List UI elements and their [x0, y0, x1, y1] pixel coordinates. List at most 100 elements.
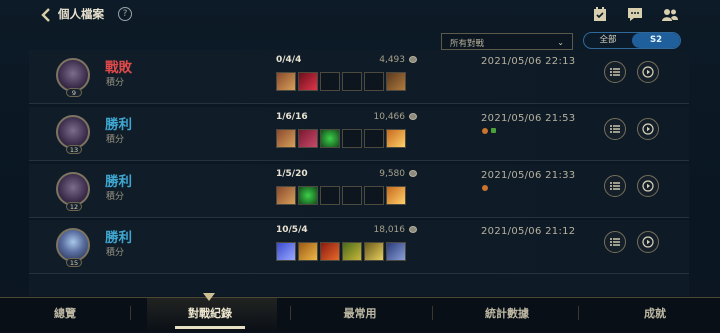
- gold-coin-icon: [409, 113, 417, 120]
- tab-match-history[interactable]: 對戰紀錄: [155, 305, 265, 321]
- item-slot: [276, 242, 296, 261]
- gold: 10,466: [373, 112, 406, 122]
- list-icon: [610, 68, 620, 76]
- kda: 10/5/4: [276, 225, 308, 235]
- calendar-check-icon[interactable]: [592, 7, 608, 22]
- champion-level: 12: [66, 202, 82, 211]
- chat-icon[interactable]: [627, 7, 643, 22]
- match-row[interactable]: 15 勝利 積分 10/5/4 18,016 2021/05/06 21:12: [29, 220, 689, 274]
- gold-coin-icon: [409, 226, 417, 233]
- champion-avatar: [56, 172, 90, 206]
- item-slot: [298, 186, 318, 205]
- orange-mark-icon: [482, 128, 488, 134]
- tab-divider: [432, 306, 433, 320]
- match-mode: 積分: [106, 135, 125, 145]
- play-icon: [642, 66, 654, 78]
- item-slots: [276, 186, 406, 205]
- item-slot: [320, 186, 340, 205]
- tab-divider: [290, 306, 291, 320]
- match-replay-button[interactable]: [637, 175, 659, 197]
- play-icon: [642, 180, 654, 192]
- active-tab-marker-icon: [203, 293, 215, 301]
- match-replay-button[interactable]: [637, 61, 659, 83]
- item-slot: [386, 186, 406, 205]
- play-icon: [642, 123, 654, 135]
- chevron-down-icon: ⌄: [557, 38, 564, 47]
- item-slot: [364, 72, 384, 91]
- kda: 0/4/4: [276, 55, 302, 65]
- match-filter-dropdown[interactable]: 所有對戰 ⌄: [441, 33, 573, 50]
- champion-level: 9: [66, 88, 82, 97]
- champion-avatar: [56, 228, 90, 262]
- item-slot: [386, 72, 406, 91]
- list-icon: [610, 182, 620, 190]
- kda: 1/6/16: [276, 112, 308, 122]
- match-row[interactable]: 12 勝利 積分 1/5/20 9,580 2021/05/06 21:33: [29, 164, 689, 218]
- match-result: 戰敗: [105, 60, 132, 76]
- item-slot: [276, 72, 296, 91]
- match-date: 2021/05/06 21:12: [481, 226, 576, 237]
- tab-statistics[interactable]: 統計數據: [452, 305, 562, 321]
- match-row-partial[interactable]: [29, 274, 689, 296]
- item-slot: [342, 129, 362, 148]
- gold: 18,016: [373, 225, 406, 235]
- bottom-tab-bar: 總覽 對戰紀錄 最常用 統計數據 成就: [0, 293, 720, 333]
- item-slot: [298, 242, 318, 261]
- dropdown-value: 所有對戰: [450, 39, 485, 49]
- tab-overview[interactable]: 總覽: [10, 305, 120, 321]
- tab-divider: [578, 306, 579, 320]
- match-row[interactable]: 9 戰敗 積分 0/4/4 4,493 2021/05/06 22:13: [29, 50, 689, 104]
- champion-avatar: [56, 115, 90, 149]
- champion-level: 13: [66, 145, 82, 154]
- tab-divider: [130, 306, 131, 320]
- play-icon: [642, 236, 654, 248]
- kda: 1/5/20: [276, 169, 308, 179]
- match-mode: 積分: [106, 78, 125, 88]
- match-replay-button[interactable]: [637, 118, 659, 140]
- champion-avatar: [56, 58, 90, 92]
- item-slot: [320, 72, 340, 91]
- segment-s2[interactable]: S2: [632, 33, 680, 48]
- green-flag-icon: [491, 128, 496, 133]
- champion-level: 15: [66, 258, 82, 267]
- item-slot: [364, 242, 384, 261]
- gold-coin-icon: [409, 56, 417, 63]
- item-slot: [386, 242, 406, 261]
- item-slot: [342, 242, 362, 261]
- item-slot: [320, 242, 340, 261]
- item-slot: [364, 129, 384, 148]
- item-slot: [276, 186, 296, 205]
- gold: 9,580: [379, 169, 405, 179]
- orange-mark-icon: [482, 185, 488, 191]
- item-slot: [276, 129, 296, 148]
- match-date: 2021/05/06 21:33: [481, 170, 576, 181]
- item-slots: [276, 242, 406, 261]
- segment-all[interactable]: 全部: [584, 33, 632, 48]
- list-icon: [610, 125, 620, 133]
- match-marks: [482, 185, 488, 191]
- item-slot: [342, 72, 362, 91]
- match-detail-list-button[interactable]: [604, 118, 626, 140]
- item-slot: [364, 186, 384, 205]
- match-replay-button[interactable]: [637, 231, 659, 253]
- friends-icon[interactable]: [662, 7, 678, 22]
- season-segment[interactable]: 全部 S2: [583, 32, 681, 49]
- match-detail-list-button[interactable]: [604, 61, 626, 83]
- item-slot: [320, 129, 340, 148]
- match-mode: 積分: [106, 248, 125, 258]
- match-detail-list-button[interactable]: [604, 231, 626, 253]
- back-chevron-icon[interactable]: [38, 7, 54, 23]
- match-row[interactable]: 13 勝利 積分 1/6/16 10,466 2021/05/06 21:53: [29, 107, 689, 161]
- item-slot: [298, 72, 318, 91]
- tab-most-used[interactable]: 最常用: [305, 305, 415, 321]
- match-result: 勝利: [105, 174, 132, 190]
- match-date: 2021/05/06 22:13: [481, 56, 576, 67]
- item-slots: [276, 129, 406, 148]
- help-icon[interactable]: ?: [118, 7, 132, 21]
- match-detail-list-button[interactable]: [604, 175, 626, 197]
- item-slot: [298, 129, 318, 148]
- tab-achievements[interactable]: 成就: [600, 305, 710, 321]
- match-result: 勝利: [105, 117, 132, 133]
- match-marks: [482, 128, 496, 134]
- match-date: 2021/05/06 21:53: [481, 113, 576, 124]
